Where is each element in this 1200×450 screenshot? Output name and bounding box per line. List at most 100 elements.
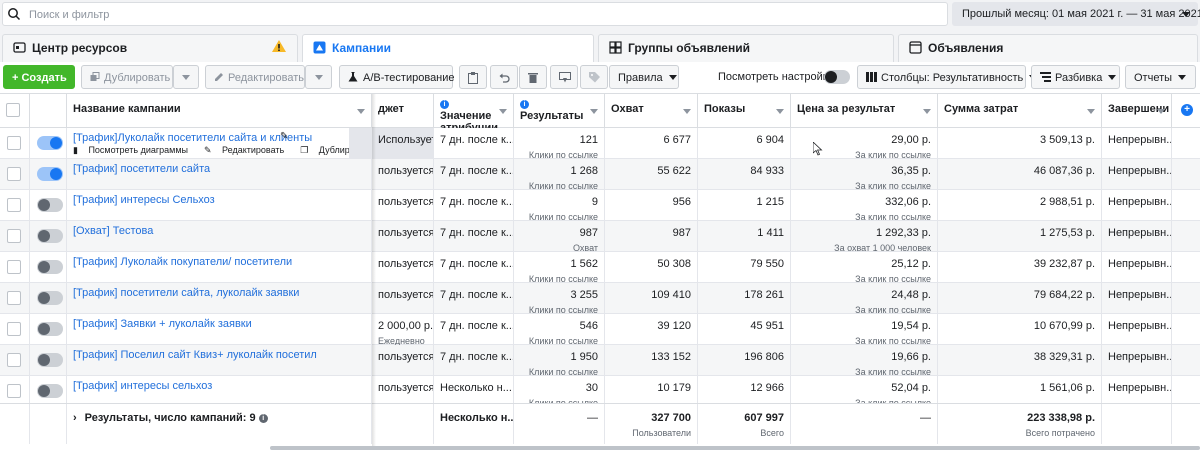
row-checkbox[interactable] xyxy=(7,260,21,274)
cell-spent-value: 2 988,51 р. xyxy=(1039,196,1095,208)
table-row[interactable]: [Трафик] посетители сайта, луколайк заяв… xyxy=(0,283,1200,314)
table-row[interactable]: [Трафик]Луколайк посетители сайта и клие… xyxy=(0,128,1200,159)
campaign-status-toggle[interactable] xyxy=(37,198,63,212)
cell-budget-value: пользуется... xyxy=(378,227,434,239)
header-reach[interactable]: Охват xyxy=(605,94,698,128)
cell-budget: пользуется... xyxy=(372,252,434,283)
header-attribution[interactable]: iЗначение атрибуции xyxy=(434,94,514,128)
header-impressions[interactable]: Показы xyxy=(698,94,791,128)
campaign-name-link[interactable]: [Трафик]Луколайк посетители сайта и клие… xyxy=(73,132,312,144)
select-all-checkbox[interactable] xyxy=(6,103,20,117)
campaign-status-toggle[interactable] xyxy=(37,384,63,398)
chevron-right-icon: › xyxy=(73,412,77,424)
create-button[interactable]: + Создать xyxy=(3,65,75,89)
cell-cost-value: 25,12 р. xyxy=(891,258,931,270)
columns-button[interactable]: Столбцы: Результативность xyxy=(857,65,1038,89)
campaigns-table: Название кампании джет iЗначение атрибуц… xyxy=(0,94,1200,450)
horizontal-scrollbar[interactable] xyxy=(270,446,1200,450)
table-row[interactable]: [Трафик] Заявки + луколайк заявки 2 000,0… xyxy=(0,314,1200,345)
search-input[interactable]: Поиск и фильтр xyxy=(2,2,948,26)
preview-button[interactable] xyxy=(550,65,578,89)
header-spent[interactable]: Сумма затрат xyxy=(938,94,1102,128)
chevron-down-icon xyxy=(1178,75,1187,80)
cell-impr-value: 6 904 xyxy=(756,134,784,146)
edit-button[interactable]: Редактировать xyxy=(205,65,305,89)
campaign-status-toggle[interactable] xyxy=(37,136,63,150)
ab-test-button[interactable]: A/B-тестирование xyxy=(339,65,455,89)
reports-button[interactable]: Отчеты xyxy=(1125,65,1196,89)
tag-button[interactable] xyxy=(580,65,608,89)
table-row[interactable]: [Трафик] Поселил сайт Квиз+ луколайк пос… xyxy=(0,345,1200,376)
add-column-icon[interactable]: + xyxy=(1181,104,1193,116)
edit-dropdown[interactable] xyxy=(305,65,332,89)
campaign-name-link[interactable]: [Охват] Тестова xyxy=(73,225,153,237)
tab-ad-sets[interactable]: Группы объявлений xyxy=(598,34,894,62)
campaign-status-toggle[interactable] xyxy=(37,167,63,181)
tag-icon xyxy=(589,72,600,83)
date-range-picker[interactable]: Прошлый месяц: 01 мая 2021 г. — 31 мая 2… xyxy=(952,2,1200,26)
cell-results-sub: Клики по ссылке xyxy=(528,212,598,221)
table-row[interactable]: [Трафик] интересы Сельхоз пользуется... 7 … xyxy=(0,190,1200,221)
campaign-name-link[interactable]: [Трафик] Поселил сайт Квиз+ луколайк пос… xyxy=(73,349,317,361)
top-bar: Поиск и фильтр Прошлый месяц: 01 мая 202… xyxy=(0,0,1200,30)
sort-icon xyxy=(499,109,507,114)
cell-cost: 24,48 р. За клик по ссылке xyxy=(791,283,938,314)
table-row[interactable]: [Трафик] посетители сайта пользуется... 7 … xyxy=(0,159,1200,190)
row-checkbox[interactable] xyxy=(7,229,21,243)
campaign-status-toggle[interactable] xyxy=(37,322,63,336)
cell-spent-value: 38 329,31 р. xyxy=(1033,351,1095,363)
row-checkbox[interactable] xyxy=(7,322,21,336)
header-results[interactable]: i Результаты xyxy=(514,94,605,128)
footer-reach-sub: Пользователи xyxy=(632,428,691,438)
tab-campaigns[interactable]: Кампании xyxy=(302,34,594,64)
campaign-name-link[interactable]: [Трафик] интересы сельхоз xyxy=(73,380,212,392)
delete-button[interactable] xyxy=(519,65,547,89)
campaign-status-toggle[interactable] xyxy=(37,353,63,367)
view-charts-link[interactable]: ▮ Посмотреть диаграммы xyxy=(73,145,196,155)
row-checkbox[interactable] xyxy=(7,384,21,398)
view-settings-toggle[interactable] xyxy=(824,70,850,84)
cell-end: Непрерывн... xyxy=(1102,345,1172,376)
table-row[interactable]: [Трафик] Луколайк покупатели/ посетители… xyxy=(0,252,1200,283)
toggle-knob xyxy=(50,168,62,180)
cell-reach-value: 10 179 xyxy=(657,382,691,394)
cell-reach-value: 109 410 xyxy=(651,289,691,301)
pencil-icon[interactable]: ✎ xyxy=(280,131,288,142)
table-row[interactable]: [Охват] Тестова пользуется... 7 дн. после … xyxy=(0,221,1200,252)
campaign-status-toggle[interactable] xyxy=(37,229,63,243)
duplicate-dropdown[interactable] xyxy=(173,65,199,89)
header-cost[interactable]: Цена за результат xyxy=(791,94,938,128)
row-checkbox[interactable] xyxy=(7,167,21,181)
header-budget[interactable]: джет xyxy=(372,94,434,128)
row-checkbox[interactable] xyxy=(7,136,21,150)
campaign-name-link[interactable]: [Трафик] Луколайк покупатели/ посетители xyxy=(73,256,292,268)
tab-ads[interactable]: Объявления xyxy=(898,34,1198,62)
rules-button[interactable]: Правила xyxy=(609,65,679,89)
header-end[interactable]: Завершени xyxy=(1102,94,1172,128)
campaign-name-link[interactable]: [Трафик] посетители сайта, луколайк заяв… xyxy=(73,287,299,299)
edit-link[interactable]: ✎ Редактировать xyxy=(204,145,292,155)
cell-attr: 7 дн. после к... xyxy=(434,345,514,376)
sort-icon xyxy=(923,109,931,114)
cell-end-value: Непрерывн... xyxy=(1108,165,1172,177)
campaign-name-link[interactable]: [Трафик] посетители сайта xyxy=(73,163,210,175)
cell-end-value: Непрерывн... xyxy=(1108,351,1172,363)
header-name[interactable]: Название кампании xyxy=(67,94,372,128)
tab-resource-center[interactable]: Центр ресурсов xyxy=(2,34,298,62)
campaign-name-link[interactable]: [Трафик] интересы Сельхоз xyxy=(73,194,215,206)
row-checkbox[interactable] xyxy=(7,291,21,305)
row-checkbox[interactable] xyxy=(7,353,21,367)
cell-impr-value: 1 411 xyxy=(757,227,784,239)
clipboard-button[interactable] xyxy=(459,65,487,89)
footer-summary[interactable]: › Результаты, число кампаний: 9 i xyxy=(67,404,372,444)
campaign-status-toggle[interactable] xyxy=(37,260,63,274)
row-checkbox[interactable] xyxy=(7,198,21,212)
breakdown-button[interactable]: Разбивка xyxy=(1031,65,1120,89)
header-reach-label: Охват xyxy=(611,103,644,115)
campaign-name-link[interactable]: [Трафик] Заявки + луколайк заявки xyxy=(73,318,252,330)
cell-results-value: 9 xyxy=(591,196,598,208)
chart-icon: ▮ xyxy=(73,145,81,155)
undo-button[interactable] xyxy=(490,65,518,89)
campaign-status-toggle[interactable] xyxy=(37,291,63,305)
duplicate-button[interactable]: Дублировать xyxy=(81,65,173,89)
